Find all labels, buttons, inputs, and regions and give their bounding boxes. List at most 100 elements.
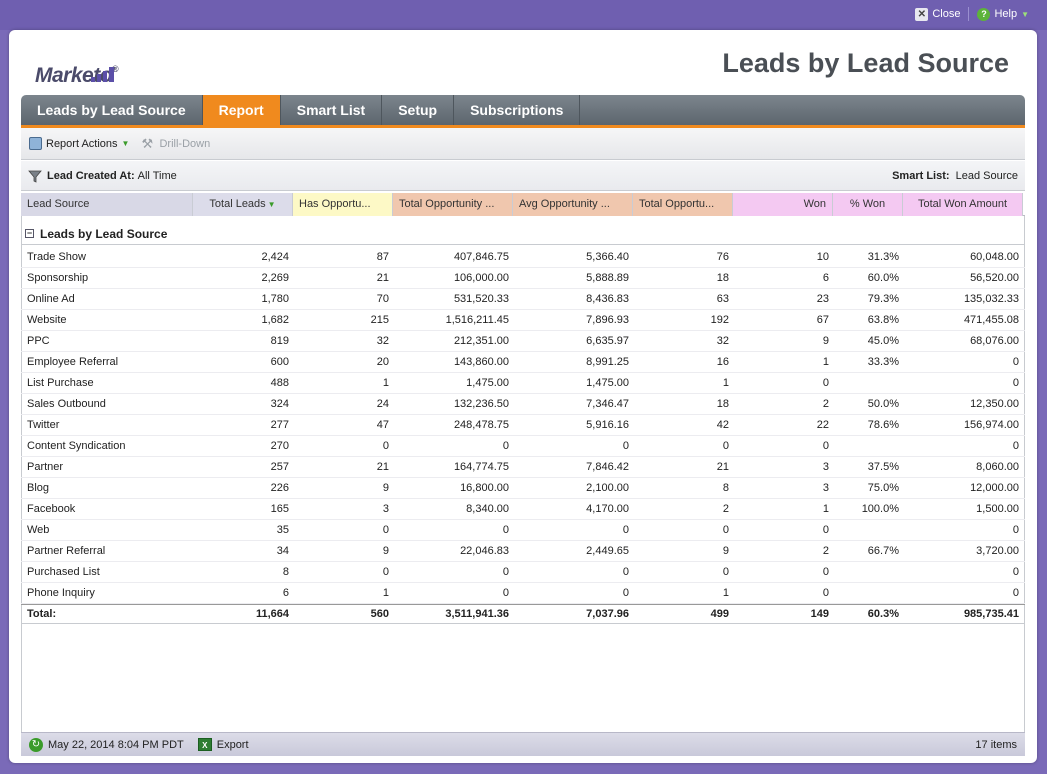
table-row[interactable]: PPC 819 32 212,351.00 6,635.97 32 9 45.0% 68,076… <box>21 331 1025 352</box>
export-label: Export <box>216 738 249 751</box>
cell-total-leads: 165 <box>270 503 289 515</box>
cell-has-opportunity: 20 <box>376 356 389 368</box>
table-row[interactable]: Website 1,682 215 1,516,211.45 7,896.93 192 67… <box>21 310 1025 331</box>
cell-lead-source: Trade Show <box>27 251 86 263</box>
total-total-won-amount: 985,735.41 <box>963 608 1019 620</box>
cell-percent-won <box>833 520 903 540</box>
table-row[interactable]: Partner Referral 34 9 22,046.83 2,449.65 9 2 66… <box>21 541 1025 562</box>
cell-total-won-amount: 0 <box>1012 587 1019 599</box>
cell-percent-won: 31.3% <box>867 251 899 263</box>
cell-total-opportunities: 63 <box>716 293 729 305</box>
help-button[interactable]: ? Help ▼ <box>977 7 1029 21</box>
drill-down-icon: ⚒ <box>141 135 154 151</box>
cell-total-leads: 6 <box>282 587 289 599</box>
column-header-total-opportunities[interactable]: Total Opportu... <box>633 193 733 216</box>
table-row[interactable]: Phone Inquiry 6 1 0 0 1 0 0 <box>21 583 1025 604</box>
table-row[interactable]: Trade Show 2,424 87 407,846.75 5,366.40 76 10 3… <box>21 247 1025 268</box>
collapse-icon[interactable]: − <box>25 229 34 238</box>
total-percent-won: 60.3% <box>867 608 899 620</box>
table-row[interactable]: Online Ad 1,780 70 531,520.33 8,436.83 63 23 79… <box>21 289 1025 310</box>
table-row[interactable]: Purchased List 8 0 0 0 0 0 0 <box>21 562 1025 583</box>
cell-lead-source: Web <box>27 524 50 536</box>
cell-total-won-amount: 471,455.08 <box>963 314 1019 326</box>
close-icon: ✕ <box>915 7 929 21</box>
item-count: 17 items <box>975 738 1017 751</box>
column-header-total-won-amount[interactable]: Total Won Amount <box>903 193 1023 216</box>
report-icon <box>29 137 42 150</box>
cell-percent-won: 50.0% <box>867 398 899 410</box>
column-header-avg-opportunity[interactable]: Avg Opportunity ... <box>513 193 633 216</box>
page-title: Leads by Lead Source <box>722 48 1009 78</box>
cell-lead-source: Facebook <box>27 503 76 515</box>
table-row[interactable]: Partner 257 21 164,774.75 7,846.42 21 3 37.5% 8,… <box>21 457 1025 478</box>
drill-down-button[interactable]: ⚒ Drill-Down <box>141 135 210 151</box>
cell-has-opportunity: 9 <box>382 545 389 557</box>
cell-total-won-amount: 3,720.00 <box>976 545 1019 557</box>
cell-total-opportunity-amount: 0 <box>502 440 509 452</box>
table-row[interactable]: List Purchase 488 1 1,475.00 1,475.00 1 0 0 <box>21 373 1025 394</box>
cell-won: 0 <box>822 377 829 389</box>
cell-total-leads: 257 <box>270 461 289 473</box>
cell-total-won-amount: 156,974.00 <box>963 419 1019 431</box>
cell-total-opportunities: 192 <box>710 314 729 326</box>
cell-total-won-amount: 8,060.00 <box>976 461 1019 473</box>
cell-lead-source: Phone Inquiry <box>27 587 95 599</box>
table-row[interactable]: Blog 226 9 16,800.00 2,100.00 8 3 75.0% 12,000.0… <box>21 478 1025 499</box>
table-row[interactable]: Content Syndication 270 0 0 0 0 0 0 <box>21 436 1025 457</box>
column-header-lead-source[interactable]: Lead Source <box>21 193 193 216</box>
column-header-total-opportunity-amount[interactable]: Total Opportunity ... <box>393 193 513 216</box>
table-row[interactable]: Sales Outbound 324 24 132,236.50 7,346.47 18 2… <box>21 394 1025 415</box>
close-label: Close <box>932 8 961 20</box>
table-row[interactable]: Twitter 277 47 248,478.75 5,916.16 42 22 78.6% 1… <box>21 415 1025 436</box>
group-header[interactable]: − Leads by Lead Source <box>21 223 1025 245</box>
table-row[interactable]: Sponsorship 2,269 21 106,000.00 5,888.89 18 6 6… <box>21 268 1025 289</box>
cell-total-opportunities: 42 <box>716 419 729 431</box>
cell-has-opportunity: 9 <box>382 482 389 494</box>
cell-lead-source: Sales Outbound <box>27 398 106 410</box>
close-button[interactable]: ✕ Close <box>915 7 961 21</box>
table-row[interactable]: Web 35 0 0 0 0 0 0 <box>21 520 1025 541</box>
column-header-total-leads[interactable]: Total Leads ▼ <box>193 193 293 216</box>
cell-total-opportunities: 76 <box>716 251 729 263</box>
cell-total-opportunities: 9 <box>722 545 729 557</box>
cell-lead-source: Blog <box>27 482 50 494</box>
column-header-percent-won[interactable]: % Won <box>833 193 903 216</box>
cell-avg-opportunity: 6,635.97 <box>586 335 629 347</box>
cell-has-opportunity: 47 <box>376 419 389 431</box>
cell-percent-won: 79.3% <box>867 293 899 305</box>
export-button[interactable]: X Export <box>197 738 249 751</box>
tab-report[interactable]: Report <box>202 95 281 125</box>
cell-has-opportunity: 1 <box>382 377 389 389</box>
tab-smart-list[interactable]: Smart List <box>281 95 383 125</box>
smart-list-value[interactable]: Lead Source <box>956 170 1018 182</box>
filter-label: Lead Created At: <box>47 169 135 182</box>
cell-total-leads: 324 <box>270 398 289 410</box>
table-row[interactable]: Facebook 165 3 8,340.00 4,170.00 2 1 100.0% 1,50… <box>21 499 1025 520</box>
column-header-has-opportunity[interactable]: Has Opportu... <box>293 193 393 216</box>
cell-percent-won: 66.7% <box>867 545 899 557</box>
cell-total-opportunities: 0 <box>722 566 729 578</box>
tab-setup[interactable]: Setup <box>382 95 455 125</box>
cell-avg-opportunity: 5,916.16 <box>586 419 629 431</box>
cell-lead-source: Partner Referral <box>27 545 106 557</box>
refresh-button[interactable]: ↻ May 22, 2014 8:04 PM PDT <box>29 737 184 752</box>
cell-total-opportunity-amount: 0 <box>502 524 509 536</box>
cell-avg-opportunity: 8,991.25 <box>586 356 629 368</box>
cell-total-opportunities: 2 <box>722 503 729 515</box>
column-header-won[interactable]: Won <box>733 193 833 216</box>
cell-won: 0 <box>822 566 829 578</box>
report-actions-button[interactable]: Report Actions ▼ <box>29 137 129 150</box>
tab-leads-by-lead-source[interactable]: Leads by Lead Source <box>21 95 203 125</box>
cell-lead-source: Content Syndication <box>27 440 126 452</box>
table-row[interactable]: Employee Referral 600 20 143,860.00 8,991.25… <box>21 352 1025 373</box>
cell-has-opportunity: 32 <box>376 335 389 347</box>
cell-total-opportunities: 21 <box>716 461 729 473</box>
filter-value[interactable]: All Time <box>138 170 177 182</box>
cell-total-opportunities: 18 <box>716 398 729 410</box>
tab-subscriptions[interactable]: Subscriptions <box>454 95 581 125</box>
cell-total-opportunity-amount: 164,774.75 <box>453 461 509 473</box>
cell-total-opportunity-amount: 132,236.50 <box>453 398 509 410</box>
status-bar: ↻ May 22, 2014 8:04 PM PDT X Export 17 i… <box>21 732 1025 756</box>
cell-total-won-amount: 1,500.00 <box>976 503 1019 515</box>
cell-total-opportunity-amount: 1,475.00 <box>466 377 509 389</box>
